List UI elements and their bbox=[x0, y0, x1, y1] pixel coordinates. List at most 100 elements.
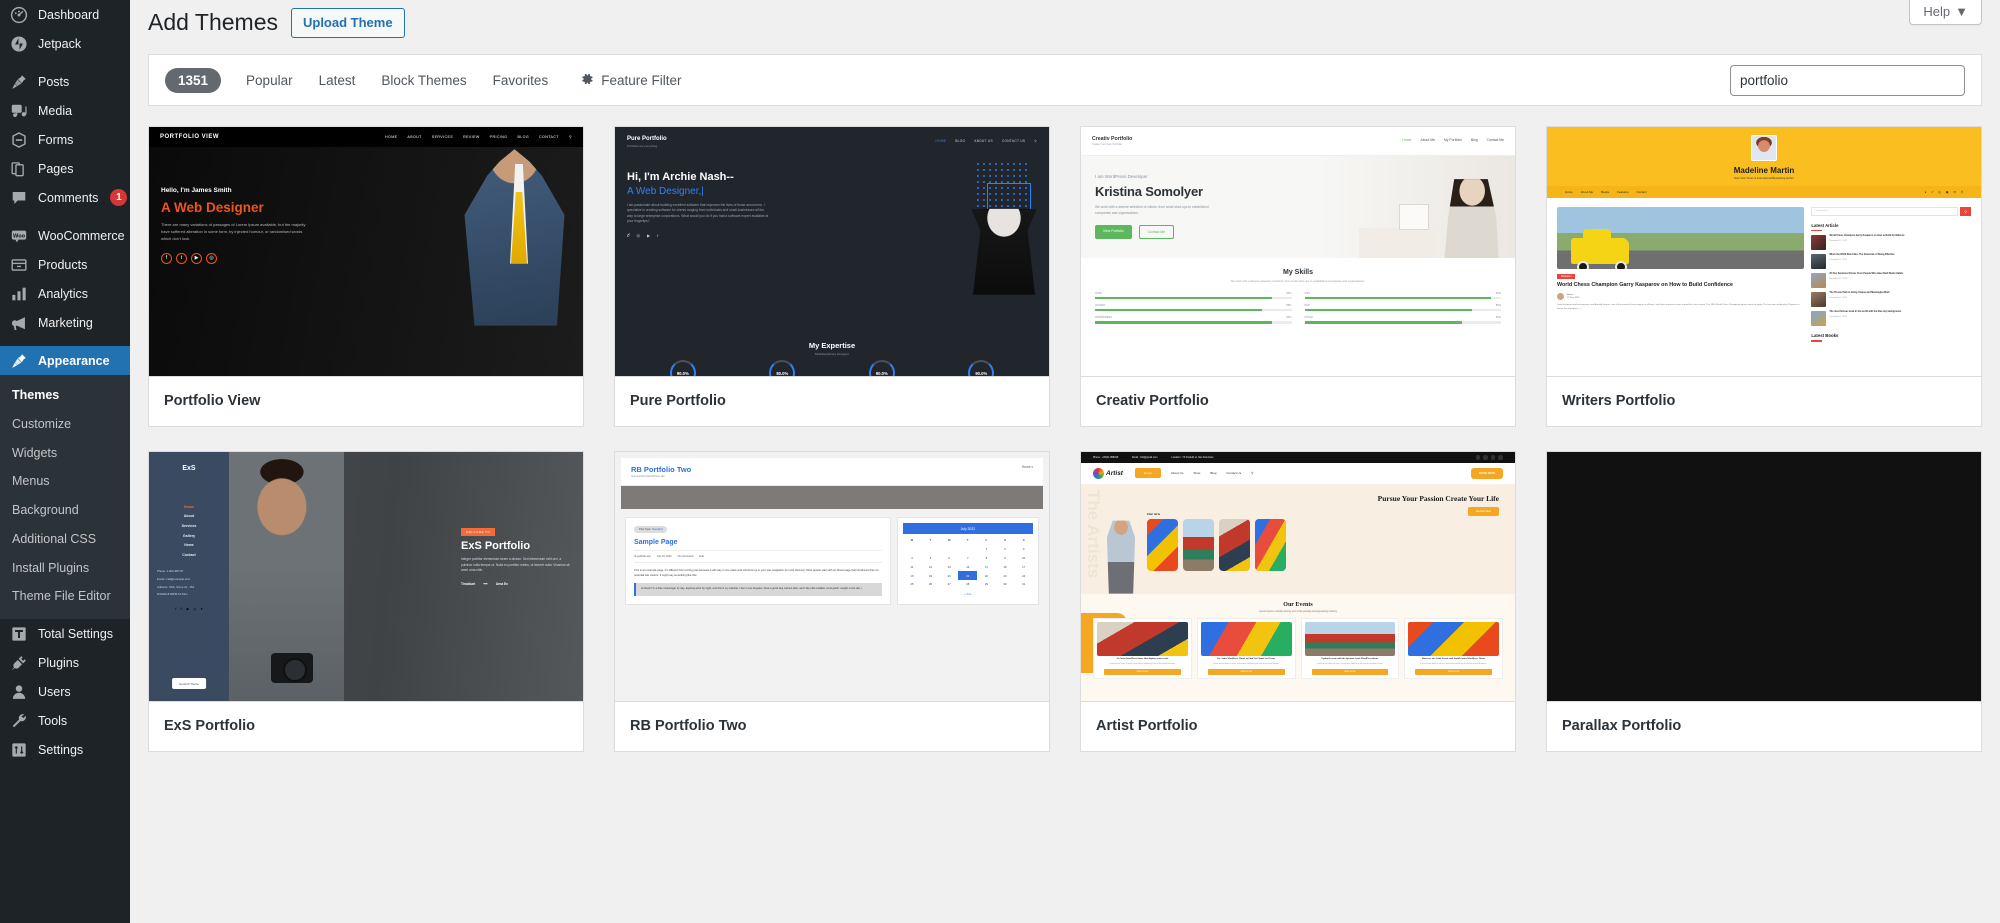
sidebar-item-woocommerce[interactable]: Woo WooCommerce bbox=[0, 221, 130, 250]
sidebar-item-tools[interactable]: Tools bbox=[0, 706, 130, 735]
event-card: Showcase the Artist Events with Stylish … bbox=[1404, 617, 1503, 680]
theme-card[interactable]: Menu ∿∿∿ Aleex D. Williamson Creative Ac… bbox=[1546, 451, 1982, 752]
theme-card[interactable]: Madeline Martin New York Times & Interna… bbox=[1546, 126, 1982, 428]
submenu-item-install-plugins[interactable]: Install Plugins bbox=[0, 554, 130, 583]
submenu-item-background[interactable]: Background bbox=[0, 496, 130, 525]
skill-name: PHP bbox=[1304, 304, 1310, 308]
gear-icon bbox=[580, 72, 594, 89]
nav-link: Home bbox=[1565, 190, 1573, 195]
logo-mark bbox=[1093, 467, 1104, 479]
theme-card[interactable]: Creativ Portfolio Create Your Own Portfo… bbox=[1080, 126, 1516, 428]
youtube-icon bbox=[1498, 455, 1503, 460]
theme-name: Portfolio View bbox=[164, 393, 261, 410]
preview-skill-bars: HTML 90% CSS 95% JQUERY 85% PHP 85% WORD… bbox=[1081, 284, 1515, 324]
skill-bar: WORDPRESS 90% bbox=[1095, 316, 1292, 324]
filter-link-favorites[interactable]: Favorites bbox=[480, 68, 562, 93]
nav-link: Blog bbox=[1470, 138, 1478, 143]
event-text: Lorem ipsum dolor sit amet, consectetur … bbox=[1109, 663, 1176, 666]
theme-count-badge[interactable]: 1351 bbox=[165, 67, 222, 93]
theme-card[interactable]: PORTFOLIO VIEW HOME ABOUT SERVICES REVIE… bbox=[148, 126, 584, 428]
forms-icon bbox=[9, 130, 29, 150]
post-title: World Chess Champion Garry Kasparov on H… bbox=[1557, 282, 1734, 289]
calendar-day: 16 bbox=[1003, 564, 1007, 569]
products-icon bbox=[9, 255, 29, 275]
filter-link-block-themes[interactable]: Block Themes bbox=[368, 68, 479, 93]
calendar-prev-link: « Jun bbox=[964, 591, 972, 596]
sidebar-item-forms[interactable]: Forms bbox=[0, 125, 130, 154]
sidebar-item-users[interactable]: Users bbox=[0, 677, 130, 706]
event-title: Use Artist WordPress Theme to Find Out A… bbox=[1217, 657, 1276, 660]
sidebar-item-posts[interactable]: Posts bbox=[0, 67, 130, 96]
calendar-day: 19 bbox=[929, 573, 933, 578]
filter-links: 1351 Popular Latest Block Themes Favorit… bbox=[165, 67, 694, 94]
weekday: T bbox=[929, 538, 932, 543]
help-tab-button[interactable]: Help ▼ bbox=[1909, 0, 1982, 25]
twitter-icon: t bbox=[176, 252, 187, 264]
calendar-day: 10 bbox=[1022, 555, 1026, 560]
list-item: When the 80/20 Rule Fails: The Downside … bbox=[1811, 254, 1971, 270]
facebook-icon: ● bbox=[1924, 190, 1927, 195]
upload-theme-button[interactable]: Upload Theme bbox=[290, 8, 405, 39]
calendar-day: 18 bbox=[910, 573, 914, 578]
calendar-day: 7 bbox=[967, 555, 969, 560]
filter-link-latest[interactable]: Latest bbox=[306, 68, 369, 93]
book-now-button: BOOK NOW bbox=[1470, 467, 1503, 479]
sidebar-item-dashboard[interactable]: Dashboard bbox=[0, 0, 130, 29]
theme-card[interactable]: ExS Home About Services Gallery News Con… bbox=[148, 451, 584, 752]
theme-name: Parallax Portfolio bbox=[1562, 718, 1682, 735]
nav-link: About Us bbox=[1171, 471, 1184, 476]
sidebar-item-products[interactable]: Products bbox=[0, 250, 130, 279]
nav-link: HOME bbox=[935, 139, 947, 144]
skill-value: 95% bbox=[1495, 291, 1501, 295]
instagram-icon: ◎ bbox=[206, 252, 217, 264]
sidebar-item-plugins[interactable]: Plugins bbox=[0, 648, 130, 677]
theme-card[interactable]: RB Portfolio Two Just another WordPress … bbox=[614, 451, 1050, 752]
sidebar-item-label: Products bbox=[38, 257, 88, 272]
submenu-item-themes[interactable]: Themes bbox=[0, 381, 130, 410]
facebook-icon bbox=[1475, 455, 1481, 460]
article-title: 20 One Sentence Stories From People Who … bbox=[1829, 273, 1904, 276]
skill-name: MYSQL bbox=[1304, 316, 1314, 320]
sidebar-item-analytics[interactable]: Analytics bbox=[0, 279, 130, 308]
sidebar-item-jetpack[interactable]: Jetpack bbox=[0, 29, 130, 58]
search-input[interactable] bbox=[1730, 64, 1965, 96]
article-title: World Chess Champion Garry Kasparov on H… bbox=[1829, 235, 1905, 238]
submenu-item-additional-css[interactable]: Additional CSS bbox=[0, 525, 130, 554]
post-author: rb-portfolio-two bbox=[634, 555, 651, 559]
post-type-value: Standard bbox=[651, 528, 663, 532]
sidebar-item-label: Media bbox=[38, 103, 73, 118]
nav-link: SERVICES bbox=[431, 135, 454, 140]
submenu-item-menus[interactable]: Menus bbox=[0, 467, 130, 496]
feature-filter-button[interactable]: Feature Filter bbox=[567, 67, 694, 94]
theme-card[interactable]: Pure Portfolio Portfolios are everything… bbox=[614, 126, 1050, 428]
help-tab-label: Help bbox=[1923, 4, 1951, 19]
art-thumbnail bbox=[1219, 518, 1250, 571]
sidebar-item-label: Total Settings bbox=[38, 626, 114, 641]
calendar-day: 30 bbox=[1003, 582, 1007, 587]
sidebar-item-settings[interactable]: Settings bbox=[0, 735, 130, 764]
sidebar-item-total-settings[interactable]: Total Settings bbox=[0, 619, 130, 648]
sidebar-item-comments[interactable]: Comments 1 bbox=[0, 183, 130, 212]
submenu-item-widgets[interactable]: Widgets bbox=[0, 439, 130, 468]
settings-icon bbox=[9, 740, 29, 760]
event-button: READ MORE bbox=[1207, 669, 1285, 676]
submenu-item-customize[interactable]: Customize bbox=[0, 410, 130, 439]
sidebar-item-pages[interactable]: Pages bbox=[0, 154, 130, 183]
preview-picture-frame bbox=[1399, 204, 1429, 231]
submenu-item-theme-file-editor[interactable]: Theme File Editor bbox=[0, 582, 130, 611]
weekday: T bbox=[966, 538, 969, 543]
svg-text:Woo: Woo bbox=[13, 233, 26, 239]
sidebar-item-marketing[interactable]: Marketing bbox=[0, 308, 130, 337]
appearance-submenu: Themes Customize Widgets Menus Backgroun… bbox=[0, 375, 130, 619]
page-title: Add Themes bbox=[148, 9, 278, 36]
theme-card[interactable]: Phone : +00)01-898199 Email : info@gmail… bbox=[1080, 451, 1516, 752]
filter-link-popular[interactable]: Popular bbox=[233, 68, 306, 93]
sidebar-item-appearance[interactable]: Appearance bbox=[0, 346, 138, 375]
skill-value: 90% bbox=[1286, 316, 1292, 320]
sidebar-heading: Latest Article bbox=[1811, 223, 1971, 231]
sidebar-item-media[interactable]: Media bbox=[0, 96, 130, 125]
sidebar-item-label: Comments bbox=[38, 190, 99, 205]
analytics-icon bbox=[9, 284, 29, 304]
skill-bar: CSS 95% bbox=[1304, 291, 1501, 300]
nav-link: About Me bbox=[1420, 138, 1435, 143]
